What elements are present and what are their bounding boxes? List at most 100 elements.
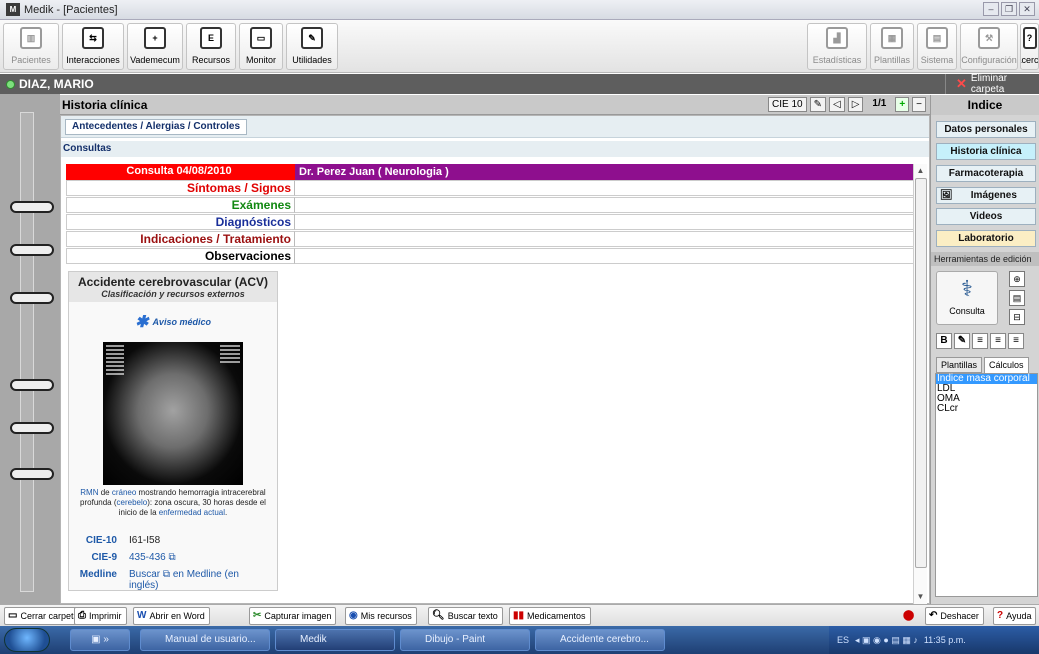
consulta-date: Consulta 04/08/2010 bbox=[66, 164, 295, 180]
start-button[interactable] bbox=[4, 628, 50, 652]
caption-link[interactable]: enfermedad actual bbox=[159, 508, 225, 517]
capturar-imagen-button[interactable]: ✂ Capturar imagen bbox=[249, 607, 337, 625]
monitor-label: Monitor bbox=[245, 55, 276, 65]
caption-link[interactable]: RMN bbox=[80, 488, 98, 497]
vademecum-button[interactable]: + Vademecum bbox=[127, 23, 183, 70]
datos-personales-button[interactable]: Datos personales bbox=[936, 121, 1036, 138]
taskbar-item[interactable]: Dibujo - Paint bbox=[400, 629, 530, 651]
binder-ring-icon bbox=[10, 292, 54, 304]
aviso-medico-link[interactable]: ✱ Aviso médico bbox=[69, 312, 277, 332]
antecedentes-button[interactable]: Antecedentes / Alergias / Controles bbox=[65, 119, 248, 135]
field-value[interactable] bbox=[295, 231, 916, 247]
configuracion-button[interactable]: ⚒ Configuración bbox=[960, 23, 1018, 70]
ayuda-button[interactable]: ? Ayuda bbox=[993, 607, 1037, 625]
list-item[interactable]: CLcr bbox=[936, 404, 1037, 414]
bold-icon[interactable]: B bbox=[936, 333, 952, 349]
close-button[interactable]: ✕ bbox=[1019, 2, 1035, 16]
vertical-scrollbar[interactable]: ▲ ▼ bbox=[913, 164, 927, 604]
videos-button[interactable]: Videos bbox=[936, 208, 1036, 225]
monitor-button[interactable]: ▭ Monitor bbox=[239, 23, 283, 70]
eliminar-carpeta-button[interactable]: ✕ Eliminar carpeta bbox=[945, 73, 1039, 95]
wiki-key: Medline bbox=[79, 569, 117, 580]
patient-name: DIAZ, MARIO bbox=[19, 77, 94, 91]
insert-icon[interactable]: ⊕ bbox=[1009, 271, 1025, 287]
imprimir-button[interactable]: ⎙ Imprimir bbox=[74, 607, 127, 625]
align-right-icon[interactable]: ≡ bbox=[1008, 333, 1024, 349]
sistema-button[interactable]: ▤ Sistema bbox=[917, 23, 957, 70]
field-label: Exámenes bbox=[66, 197, 295, 213]
buscar-texto-button[interactable]: 🔍︎ Buscar texto bbox=[428, 607, 503, 625]
estadisticas-button[interactable]: ▟ Estadísticas bbox=[807, 23, 867, 70]
estadisticas-label: Estadísticas bbox=[812, 55, 862, 65]
plantillas-button[interactable]: ▦ Plantillas bbox=[870, 23, 914, 70]
historia-clinica-button[interactable]: Historia clínica bbox=[936, 143, 1036, 160]
wiki-link[interactable]: 435-436 ⧉ bbox=[129, 552, 176, 563]
farmacoterapia-button[interactable]: Farmacoterapia bbox=[936, 165, 1036, 182]
pacientes-button[interactable]: ▥ Pacientes bbox=[3, 23, 59, 70]
record-icon[interactable]: ⬤ bbox=[900, 607, 918, 625]
tray-icons[interactable]: ◂ ▣ ◉ ● ▤ ▦ ♪ bbox=[855, 635, 918, 646]
imagenes-label: Imágenes bbox=[970, 190, 1017, 201]
system-tray: ES ◂ ▣ ◉ ● ▤ ▦ ♪ 11:35 p.m. bbox=[829, 626, 1039, 654]
prev-icon[interactable]: ◁ bbox=[829, 97, 845, 112]
acerca-button[interactable]: ? Acerca bbox=[1020, 23, 1039, 70]
binder-ring-icon bbox=[10, 468, 54, 480]
field-sintomas[interactable]: Síntomas / Signos bbox=[66, 180, 916, 196]
highlight-icon[interactable]: ✎ bbox=[809, 97, 826, 112]
field-value[interactable] bbox=[295, 248, 916, 264]
mri-image[interactable] bbox=[103, 342, 243, 485]
add-consulta-button[interactable]: + bbox=[895, 97, 910, 112]
wiki-row: CIE-10 I61-I58 bbox=[69, 535, 277, 546]
quicklaunch-icon[interactable]: ▣ » bbox=[70, 629, 130, 651]
field-indicaciones[interactable]: Indicaciones / Tratamiento bbox=[66, 231, 916, 247]
wiki-row: CIE-9 435-436 ⧉ bbox=[69, 552, 277, 563]
interacciones-button[interactable]: ⇆ Interacciones bbox=[62, 23, 124, 70]
field-examenes[interactable]: Exámenes bbox=[66, 197, 916, 213]
imagenes-button[interactable]: 🖼 Imágenes bbox=[936, 187, 1036, 204]
status-dot-icon bbox=[6, 79, 15, 89]
align-left-icon[interactable]: ≡ bbox=[972, 333, 988, 349]
remove-consulta-button[interactable]: − bbox=[912, 97, 926, 112]
interactions-icon: ⇆ bbox=[82, 27, 104, 49]
highlight-marker-icon[interactable]: ✎ bbox=[954, 333, 970, 349]
field-value[interactable] bbox=[295, 214, 916, 230]
laboratorio-button[interactable]: Laboratorio bbox=[936, 230, 1036, 247]
field-diagnosticos[interactable]: Diagnósticos bbox=[66, 214, 916, 230]
abrir-en-word-button[interactable]: W Abrir en Word bbox=[133, 607, 210, 625]
next-icon[interactable]: ▷ bbox=[847, 97, 864, 112]
caption-link[interactable]: cerebelo bbox=[117, 498, 148, 507]
deshacer-button[interactable]: ↶ Deshacer bbox=[925, 607, 984, 625]
scroll-down-icon[interactable]: ▼ bbox=[914, 590, 927, 604]
historia-tools: CIE 10 ✎ ◁ ▷ 1/1 + − bbox=[768, 97, 926, 112]
utilidades-button[interactable]: ✎ Utilidades bbox=[286, 23, 338, 70]
medicamentos-button[interactable]: ▮▮ Medicamentos bbox=[509, 607, 591, 625]
taskbar-item[interactable]: Accidente cerebro... bbox=[535, 629, 665, 651]
tab-plantillas[interactable]: Plantillas bbox=[936, 357, 983, 373]
align-center-icon[interactable]: ≡ bbox=[990, 333, 1006, 349]
tab-calculos[interactable]: Cálculos bbox=[984, 357, 1029, 373]
cerrar-carpeta-button[interactable]: ▭ Cerrar carpeta bbox=[4, 607, 84, 625]
scroll-up-icon[interactable]: ▲ bbox=[914, 164, 927, 178]
table-icon[interactable]: ▤ bbox=[1009, 290, 1025, 306]
language-indicator[interactable]: ES bbox=[837, 635, 849, 645]
remove-row-icon[interactable]: ⊟ bbox=[1009, 309, 1025, 325]
caption-link[interactable]: cráneo bbox=[112, 488, 136, 497]
field-value[interactable] bbox=[295, 197, 916, 213]
field-value[interactable] bbox=[295, 180, 916, 196]
minimize-button[interactable]: – bbox=[983, 2, 999, 16]
taskbar-item[interactable]: Manual de usuario... bbox=[140, 629, 270, 651]
recursos-button[interactable]: E Recursos bbox=[186, 23, 236, 70]
cie10-button[interactable]: CIE 10 bbox=[768, 97, 807, 112]
consulta-tool-button[interactable]: ⚕ Consulta bbox=[936, 271, 998, 325]
field-observaciones[interactable]: Observaciones bbox=[66, 248, 916, 264]
taskbar-item[interactable]: Medik bbox=[275, 629, 395, 651]
scroll-thumb[interactable] bbox=[915, 178, 927, 568]
maximize-button[interactable]: ❐ bbox=[1001, 2, 1017, 16]
field-label: Indicaciones / Tratamiento bbox=[66, 231, 295, 247]
medical-star-icon: ✱ bbox=[135, 314, 149, 331]
binder-rail bbox=[0, 94, 60, 604]
wiki-table: CIE-10 I61-I58 CIE-9 435-436 ⧉ Medline Busc… bbox=[69, 535, 277, 590]
mis-recursos-button[interactable]: ◉ Mis recursos bbox=[345, 607, 417, 625]
wiki-link[interactable]: Buscar ⧉ en Medline (en inglés) bbox=[129, 569, 239, 590]
help-icon: ? bbox=[997, 610, 1004, 621]
